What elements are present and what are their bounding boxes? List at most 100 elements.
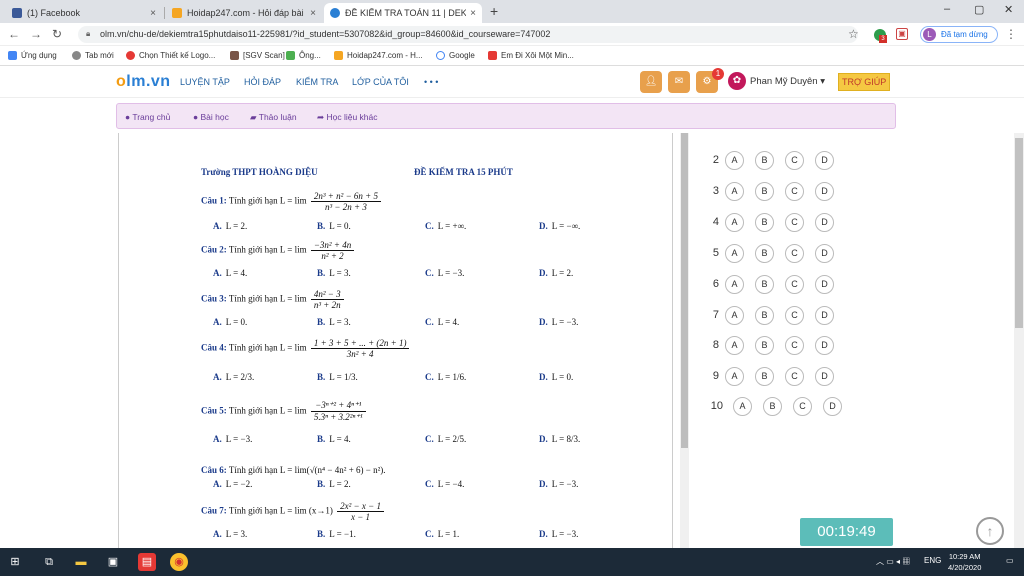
task-view-icon[interactable]: ⧉ [40,553,58,571]
chrome-icon[interactable]: ◉ [170,553,188,571]
bookmark-ong[interactable]: Ông... [286,51,321,60]
answer-choice-d[interactable]: D [815,244,834,263]
shield-extension-icon[interactable]: ▣ [896,28,908,40]
answer-choice-d[interactable]: D [815,182,834,201]
tray-icons[interactable]: ︿ ▭ ◂ ▦ [876,556,910,567]
url-input[interactable]: 🔒︎ olm.vn/chu-de/dekiemtra15phutdaiso11-… [78,26,858,43]
answer-row: 8ABCD [705,336,845,356]
bookmark-apps[interactable]: Ứng dụng [8,51,57,60]
answer-choice-d[interactable]: D [815,306,834,325]
tab-facebook[interactable]: (1) Facebook × [6,3,162,23]
answer-choice-b[interactable]: B [755,182,774,201]
forward-icon[interactable]: → [30,27,42,41]
reload-icon[interactable]: ↻ [52,27,62,41]
scrollbar-thumb[interactable] [681,133,688,448]
close-window-button[interactable]: ✕ [1004,3,1013,16]
answer-choice-a[interactable]: A [725,367,744,386]
answer-choice-d[interactable]: D [815,213,834,232]
tab-dekiemtra[interactable]: ĐỀ KIỂM TRA TOÁN 11 | DEKIEM × [324,3,482,23]
answer-choice-b[interactable]: B [755,367,774,386]
answer-choice-c[interactable]: C [785,275,804,294]
site-logo[interactable]: olm.vn [116,73,171,91]
answer-choice-d[interactable]: D [823,397,842,416]
bookmark-sgv[interactable]: [SGV Scan] [230,51,285,60]
answer-choice-b[interactable]: B [755,306,774,325]
answer-choice-a[interactable]: A [725,336,744,355]
answer-choice-a[interactable]: A [725,182,744,201]
menu-kiem-tra[interactable]: KIỂM TRA [296,77,338,87]
answer-choice-c[interactable]: C [785,151,804,170]
answer-choice-d[interactable]: D [815,275,834,294]
language-indicator[interactable]: ENG [924,556,941,565]
subnav-discussion[interactable]: ▰ Thảo luận [250,112,297,123]
question-5: Câu 5: Tính giới hạn L = lim −3ⁿ⁺² + 4ⁿ⁺… [201,400,368,423]
answer-choice-c[interactable]: C [785,367,804,386]
answer-choice-b[interactable]: B [755,336,774,355]
subnav-home[interactable]: ● Trang chủ [125,112,170,122]
bookmark-hoidap[interactable]: Hoidap247.com - H... [334,51,423,60]
answer-choice-c[interactable]: C [793,397,812,416]
menu-lop-cua-toi[interactable]: LỚP CỦA TÔI [352,77,409,87]
profile-button[interactable]: L Đã tạm dừng [920,26,998,43]
answer-choice-c[interactable]: C [785,244,804,263]
menu-kebab-icon[interactable]: ⋮ [1005,27,1017,41]
page-scrollbar[interactable] [1014,133,1024,548]
answer-choice-b[interactable]: B [755,244,774,263]
user-icon[interactable]: 👤︎ [640,71,662,93]
tab-title: Hoidap247.com - Hỏi đáp bài tập [187,8,307,18]
answer-choice-a[interactable]: A [725,151,744,170]
app-icon[interactable]: ▤ [138,553,156,571]
user-avatar-icon[interactable]: ✿ [728,72,746,90]
close-icon[interactable]: × [150,8,156,19]
bookmark-youtube[interactable]: Em Đi Xôi Một Min... [488,51,574,60]
windows-start-icon[interactable]: ⊞ [6,553,24,571]
answer-choice-b[interactable]: B [763,397,782,416]
answer-choice-c[interactable]: C [785,213,804,232]
document-viewer[interactable]: Trường THPT HOÀNG DIỆU ĐỀ KIỂM TRA 15 PH… [118,133,673,548]
answer-choice-c[interactable]: C [785,336,804,355]
subnav-materials[interactable]: ➦ Học liệu khác [317,112,378,123]
answer-choice-c[interactable]: C [785,306,804,325]
chat-icon[interactable]: ✉ [668,71,690,93]
subnav-lessons[interactable]: ● Bài học [193,112,229,122]
scrollbar-thumb[interactable] [1015,138,1023,328]
menu-luyen-tap[interactable]: LUYỆN TẬP [180,77,230,87]
tab-hoidap247[interactable]: Hoidap247.com - Hỏi đáp bài tập × [166,3,322,23]
answer-choice-c[interactable]: C [785,182,804,201]
scroll-top-button[interactable]: ↑ [976,517,1004,545]
answer-choice-a[interactable]: A [733,397,752,416]
close-icon[interactable]: × [310,8,316,19]
answer-choice-b[interactable]: B [755,275,774,294]
help-button[interactable]: TRỢ GIÚP [838,73,891,91]
system-clock[interactable]: 10:29 AM 4/20/2020 [948,551,981,573]
document-scrollbar[interactable] [680,133,689,548]
close-icon[interactable]: × [470,8,476,19]
answer-choice-d[interactable]: D [815,336,834,355]
notification-center-icon[interactable]: ▭ [1006,556,1014,565]
menu-hoi-dap[interactable]: HỎI ĐÁP [244,77,281,87]
bookmark-google[interactable]: Google [436,51,475,60]
answer-choice-a[interactable]: A [725,306,744,325]
answer-choice-d[interactable]: D [815,151,834,170]
answer-choice-a[interactable]: A [725,244,744,263]
answer-choice-a[interactable]: A [725,213,744,232]
bookmark-logo[interactable]: Chọn Thiết kế Logo... [126,51,215,60]
bookmark-star-icon[interactable]: ☆ [848,27,859,41]
back-icon[interactable]: ← [8,27,20,41]
minimize-button[interactable]: – [944,3,950,15]
answer-choice-b[interactable]: B [755,213,774,232]
test-title: ĐỀ KIỂM TRA 15 PHÚT [414,167,513,177]
answer-choice-a[interactable]: A [725,275,744,294]
answer-choice-b[interactable]: B [755,151,774,170]
menu-more[interactable]: • • • [424,77,438,87]
extension-icon[interactable]: 3 [874,29,887,43]
username-dropdown[interactable]: Phan Mỹ Duyên ▾ [750,76,825,87]
answer-choice-d[interactable]: D [815,367,834,386]
store-icon[interactable]: ▣ [104,553,122,571]
school-name: Trường THPT HOÀNG DIỆU [201,167,318,177]
file-explorer-icon[interactable]: ▬ [72,553,90,571]
bookmark-newtab[interactable]: Tab mới [72,51,114,60]
new-tab-button[interactable]: + [490,3,498,19]
browser-tab-bar: (1) Facebook × Hoidap247.com - Hỏi đáp b… [0,0,1024,23]
maximize-button[interactable]: ▢ [974,3,984,16]
